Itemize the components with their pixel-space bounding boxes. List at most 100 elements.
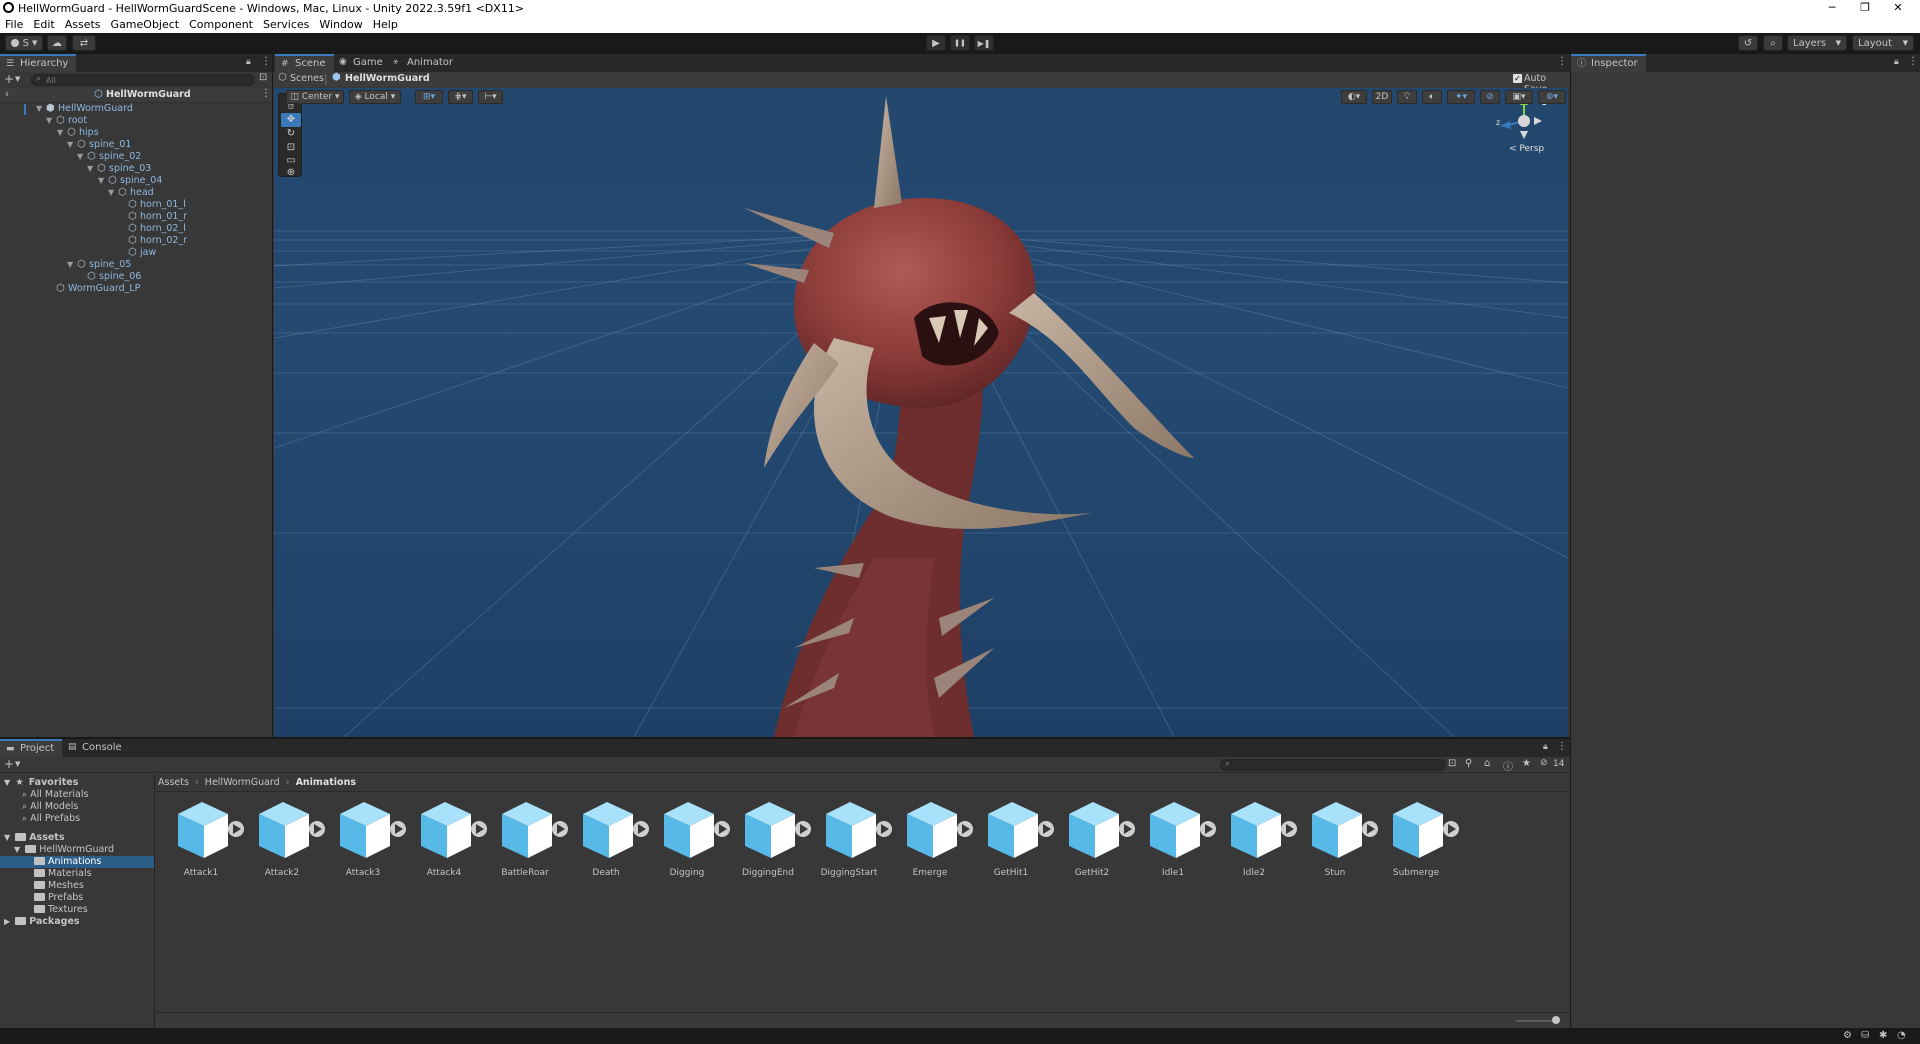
asset-item[interactable]: Attack2 (247, 796, 328, 881)
tree-item[interactable]: ▼ ⬡ spine_04 (98, 175, 162, 187)
scene-header-row[interactable]: ‹ ⬡ HellWormGuard ⋮ (0, 88, 272, 103)
asset-item[interactable]: Submerge (1381, 796, 1462, 881)
audio-button[interactable]: 🔈︎ (1422, 90, 1442, 104)
tree-item[interactable]: ⬡ spine_06 (87, 271, 141, 283)
menu-assets[interactable]: Assets (60, 18, 106, 31)
progress-icon[interactable]: ◔ (1897, 1030, 1906, 1041)
cloud-button[interactable]: ☁ (47, 35, 67, 51)
tab-console[interactable]: ▤ Console (62, 739, 130, 757)
close-button[interactable]: ✕ (1876, 0, 1920, 16)
draw-mode-button[interactable]: ◐▾ (1341, 90, 1367, 104)
tree-item[interactable]: ⬡ horn_01_l (128, 199, 186, 211)
expand-arrow-icon[interactable]: ▼ (98, 175, 108, 187)
add-icon[interactable]: + (4, 72, 14, 86)
tree-item[interactable]: ▼ ⬡ hips (57, 127, 99, 139)
tree-item[interactable]: ▼ ⬡ spine_02 (77, 151, 141, 163)
folder-row[interactable]: ▼ HellWormGuard (0, 844, 154, 856)
expand-arrow-icon[interactable]: ▼ (4, 778, 10, 787)
lock-icon[interactable]: 🔒︎ (246, 57, 251, 67)
star-icon[interactable]: ★ (1522, 758, 1531, 769)
move-tool-icon[interactable]: ✥ (281, 113, 301, 127)
expand-arrow-icon[interactable]: ▼ (67, 139, 77, 151)
lighting-button[interactable]: 💡︎ (1397, 90, 1417, 104)
asset-item[interactable]: Death (571, 796, 652, 881)
tree-item[interactable]: ⬡ horn_02_l (128, 223, 186, 235)
camera-settings-button[interactable]: ▣▾ (1505, 90, 1533, 104)
history-button[interactable]: ↺ (1738, 35, 1758, 51)
packages-row[interactable]: ▶ Packages (0, 916, 154, 928)
chevron-down-icon[interactable]: ▼ (15, 75, 20, 83)
transform-tool-icon[interactable]: ⊕ (281, 166, 301, 180)
breadcrumb-assets[interactable]: Assets (158, 777, 189, 788)
menu-help[interactable]: Help (368, 18, 403, 31)
tree-item[interactable]: ⬡ horn_02_r (128, 235, 187, 247)
play-button[interactable]: ▶ (926, 35, 946, 51)
tree-item[interactable]: ⬡ WormGuard_LP (56, 283, 140, 295)
hidden-objects-button[interactable]: ⊘ (1480, 90, 1500, 104)
hierarchy-search-field[interactable]: ⌕ (31, 74, 255, 86)
tab-animator[interactable]: ⚹ Animator (387, 54, 461, 72)
lock-icon[interactable]: 🔒︎ (1894, 57, 1899, 67)
breadcrumb-current[interactable]: HellWormGuard (345, 73, 430, 84)
pivot-dropdown[interactable]: ◫ Center ▾ (286, 90, 344, 104)
more-icon[interactable]: ⋮ (261, 88, 271, 99)
tree-item[interactable]: ▼ ⬢ HellWormGuard (36, 103, 133, 115)
tree-item[interactable]: ⬡ horn_01_r (128, 211, 187, 223)
rotate-tool-icon[interactable]: ↻ (281, 127, 301, 141)
toggle-2d-button[interactable]: 2D (1372, 90, 1392, 104)
zoom-slider-track[interactable] (1516, 1020, 1556, 1022)
expand-arrow-icon[interactable]: ▼ (108, 187, 118, 199)
tab-inspector[interactable]: ⓘ Inspector (1571, 54, 1646, 72)
assets-row[interactable]: ▼ Assets (0, 832, 154, 844)
asset-item[interactable]: Attack3 (328, 796, 409, 881)
menu-edit[interactable]: Edit (28, 18, 59, 31)
breadcrumb-scenes[interactable]: Scenes (290, 73, 324, 84)
expand-arrow-icon[interactable]: ▼ (87, 163, 97, 175)
asset-item[interactable]: DiggingEnd (733, 796, 814, 881)
tag-icon[interactable]: ⌂ (1484, 758, 1490, 769)
asset-item[interactable]: Digging (652, 796, 733, 881)
folder-row-selected[interactable]: Animations (0, 856, 154, 868)
asset-item[interactable]: Idle2 (1219, 796, 1300, 881)
folder-row[interactable]: Textures (0, 904, 154, 916)
scale-tool-icon[interactable]: ⊡ (281, 141, 301, 155)
warning-icon[interactable]: ⓘ (1503, 758, 1513, 773)
grid-snap-button[interactable]: ⊞▾ (415, 90, 443, 104)
search-filter-icon[interactable]: ⊡ (259, 72, 267, 83)
folder-row[interactable]: Prefabs (0, 892, 154, 904)
layers-dropdown[interactable]: Layers ▼ (1787, 35, 1847, 51)
persp-label[interactable]: < Persp (1509, 144, 1544, 154)
expand-arrow-icon[interactable]: ▼ (57, 127, 67, 139)
hidden-eye-icon[interactable]: ⊘ (1540, 758, 1548, 768)
tab-scene[interactable]: # Scene (275, 54, 334, 72)
increment-snap-button[interactable]: ⊢▾ (478, 90, 503, 104)
asset-item[interactable]: Stun (1300, 796, 1381, 881)
tree-item[interactable]: ▼ ⬡ spine_03 (87, 163, 151, 175)
back-icon[interactable]: ‹ (5, 89, 9, 100)
pause-button[interactable]: ❚❚ (950, 35, 970, 51)
favorite-item[interactable]: ⌕ All Models (0, 801, 154, 813)
expand-arrow-icon[interactable]: ▼ (46, 115, 56, 127)
menu-file[interactable]: File (0, 18, 28, 31)
menu-services[interactable]: Services (258, 18, 314, 31)
add-icon[interactable]: + (4, 757, 14, 771)
breadcrumb-animations[interactable]: Animations (296, 777, 356, 788)
tab-hierarchy[interactable]: ☰ Hierarchy (0, 54, 77, 72)
more-icon[interactable]: ⋮ (1557, 56, 1567, 67)
folder-row[interactable]: Materials (0, 868, 154, 880)
asset-item[interactable]: Attack4 (409, 796, 490, 881)
expand-arrow-icon[interactable]: ▼ (77, 151, 87, 163)
bug-icon[interactable]: ✱ (1879, 1030, 1887, 1041)
collab-button[interactable]: ⇄ (72, 35, 96, 51)
debug-icon[interactable]: ⚙ (1843, 1030, 1852, 1041)
scene-canvas[interactable] (274, 88, 1568, 737)
expand-arrow-icon[interactable]: ▶ (4, 917, 10, 926)
step-button[interactable]: ▶❚ (974, 35, 994, 51)
asset-item[interactable]: GetHit1 (976, 796, 1057, 881)
expand-arrow-icon[interactable]: ▼ (67, 259, 77, 271)
breadcrumb-hellworm[interactable]: HellWormGuard (205, 777, 280, 788)
tab-game[interactable]: ◉ Game (333, 54, 391, 72)
scene-viewport[interactable]: ✋︎ ✥ ↻ ⊡ ▭ ⊕ y z 🔒︎ < Persp (274, 88, 1568, 737)
tree-item[interactable]: ▼ ⬡ spine_01 (67, 139, 131, 151)
search-by-type-icon[interactable]: ⊡ (1448, 758, 1456, 769)
